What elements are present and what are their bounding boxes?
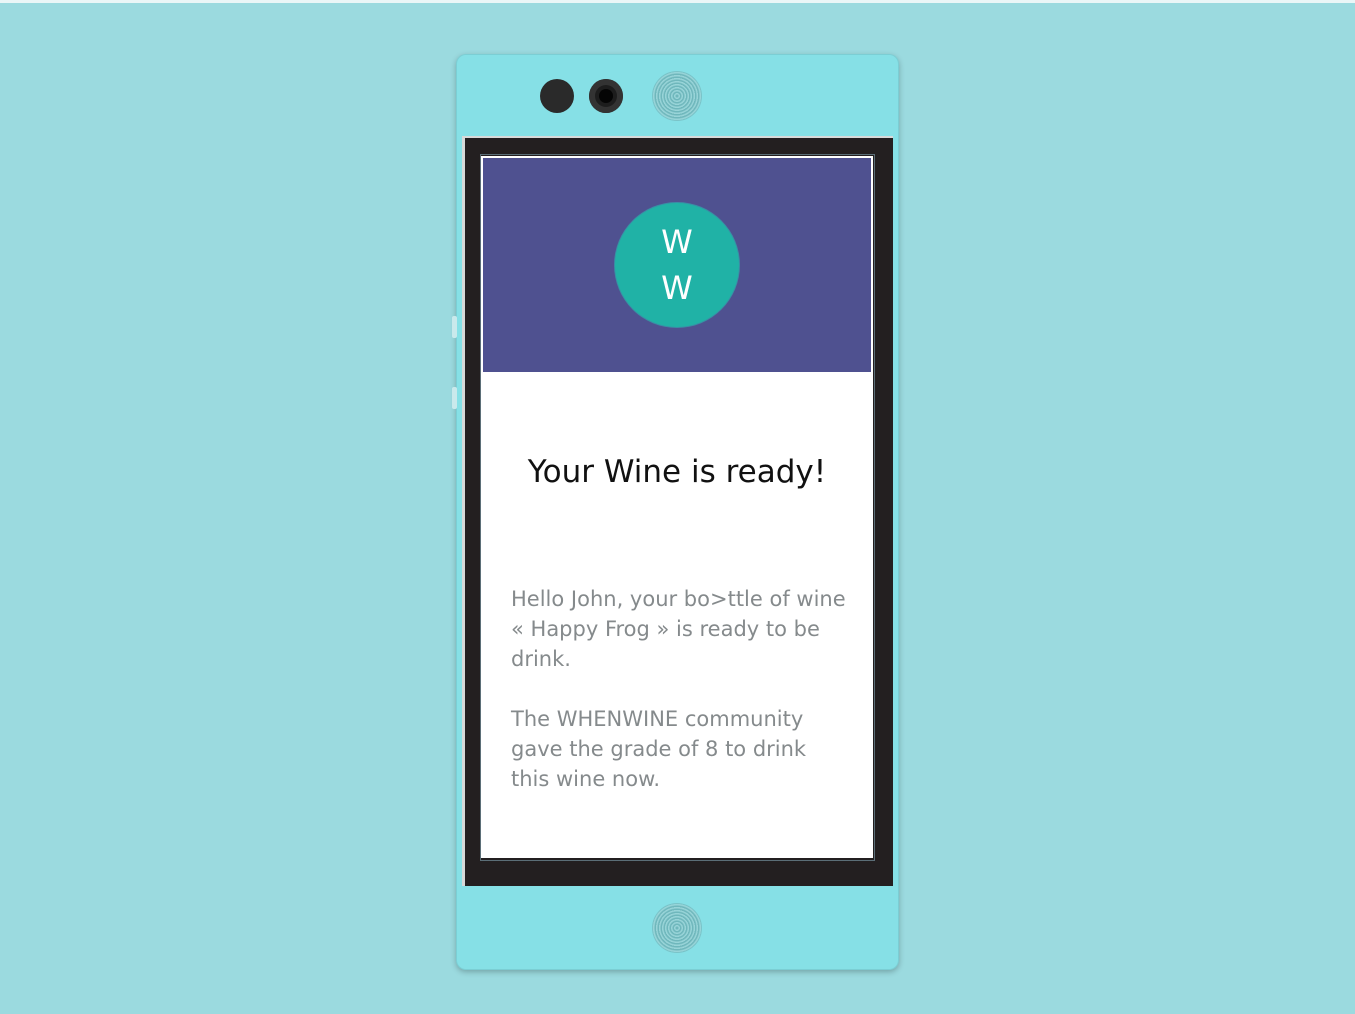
notification-message: Hello John, your bo>ttle of wine « Happy… (511, 587, 846, 671)
phone-device: W W Your Wine is ready! Hello John, your… (452, 54, 899, 970)
notification-body: Hello John, your bo>ttle of wine « Happy… (511, 584, 851, 824)
app-screen: W W Your Wine is ready! Hello John, your… (481, 156, 873, 858)
logo-letter-bottom: W (661, 269, 693, 307)
community-grade-message: The WHENWINE community gave the grade of… (511, 707, 807, 791)
bottom-speaker-grille-icon (653, 904, 701, 952)
top-edge-line (0, 0, 1355, 3)
app-header: W W (483, 158, 871, 372)
logo-letter-top: W (661, 223, 693, 261)
side-button-upper[interactable] (452, 316, 457, 338)
front-camera-icon (589, 79, 623, 113)
top-speaker-grille-icon (653, 72, 701, 120)
side-button-lower[interactable] (452, 387, 457, 409)
front-sensor-icon (540, 79, 574, 113)
app-logo: W W (615, 203, 739, 327)
notification-title: Your Wine is ready! (527, 454, 827, 490)
